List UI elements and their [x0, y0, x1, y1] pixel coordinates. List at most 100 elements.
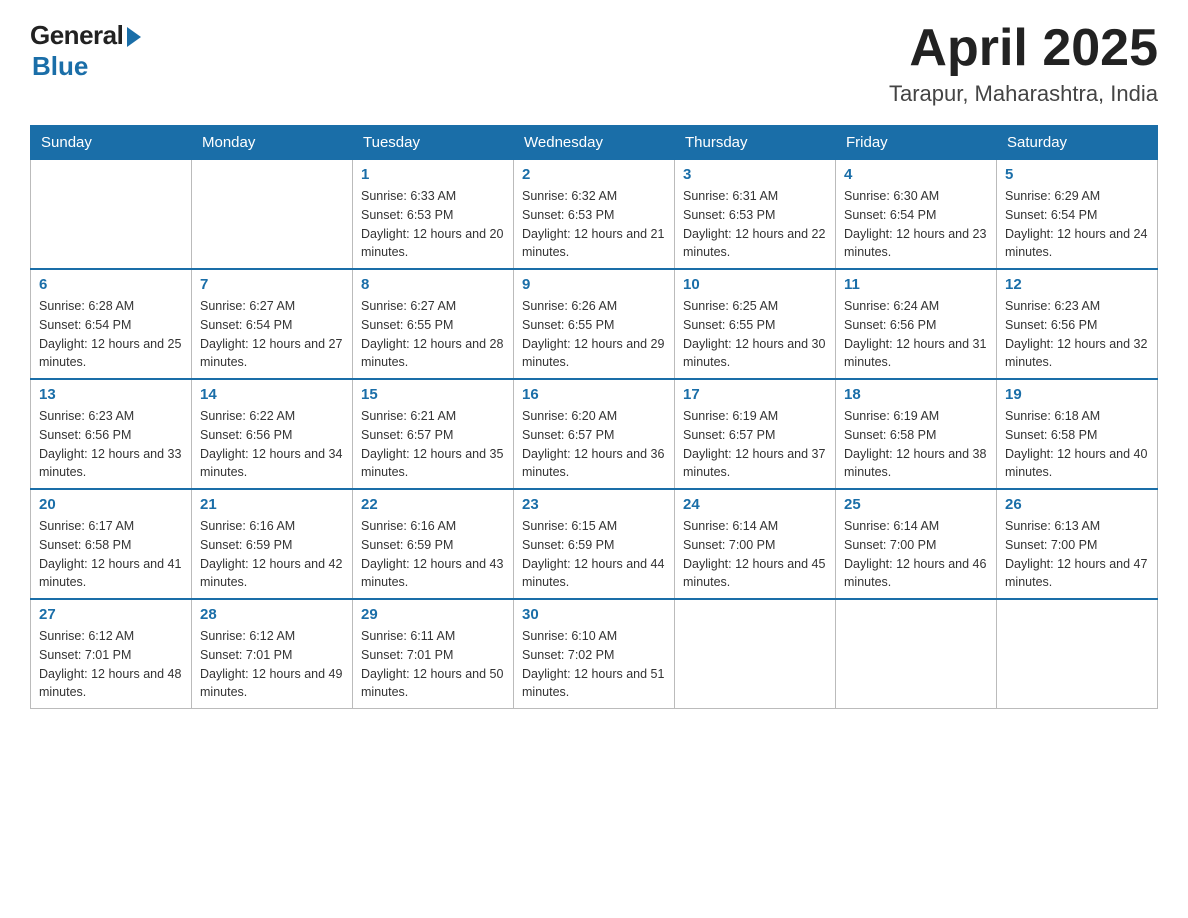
day-info: Sunrise: 6:25 AMSunset: 6:55 PMDaylight:…: [683, 297, 827, 372]
calendar-cell: 26 Sunrise: 6:13 AMSunset: 7:00 PMDayligh…: [997, 489, 1158, 599]
calendar-cell: 3 Sunrise: 6:31 AMSunset: 6:53 PMDaylight…: [675, 160, 836, 270]
day-number: 13: [39, 386, 183, 403]
day-info: Sunrise: 6:27 AMSunset: 6:55 PMDaylight:…: [361, 297, 505, 372]
calendar-week-row: 6 Sunrise: 6:28 AMSunset: 6:54 PMDaylight…: [31, 269, 1158, 379]
logo-general-text: General: [30, 20, 123, 51]
day-number: 10: [683, 276, 827, 293]
day-info: Sunrise: 6:14 AMSunset: 7:00 PMDaylight:…: [844, 517, 988, 592]
day-info: Sunrise: 6:23 AMSunset: 6:56 PMDaylight:…: [39, 407, 183, 482]
column-header-saturday: Saturday: [997, 126, 1158, 160]
day-info: Sunrise: 6:32 AMSunset: 6:53 PMDaylight:…: [522, 187, 666, 262]
logo-arrow-icon: [127, 27, 141, 47]
day-number: 11: [844, 276, 988, 293]
calendar-cell: [675, 599, 836, 709]
calendar-week-row: 1 Sunrise: 6:33 AMSunset: 6:53 PMDaylight…: [31, 160, 1158, 270]
column-header-sunday: Sunday: [31, 126, 192, 160]
calendar-week-row: 13 Sunrise: 6:23 AMSunset: 6:56 PMDayligh…: [31, 379, 1158, 489]
day-number: 28: [200, 606, 344, 623]
column-header-thursday: Thursday: [675, 126, 836, 160]
day-number: 6: [39, 276, 183, 293]
day-number: 23: [522, 496, 666, 513]
calendar-cell: 2 Sunrise: 6:32 AMSunset: 6:53 PMDaylight…: [514, 160, 675, 270]
calendar-cell: 24Sunrise: 6:14 AMSunset: 7:00 PMDayligh…: [675, 489, 836, 599]
day-number: 15: [361, 386, 505, 403]
column-header-wednesday: Wednesday: [514, 126, 675, 160]
calendar-cell: 1 Sunrise: 6:33 AMSunset: 6:53 PMDaylight…: [353, 160, 514, 270]
day-info: Sunrise: 6:19 AMSunset: 6:58 PMDaylight:…: [844, 407, 988, 482]
day-number: 18: [844, 386, 988, 403]
calendar-cell: 15 Sunrise: 6:21 AMSunset: 6:57 PMDayligh…: [353, 379, 514, 489]
calendar-cell: 18 Sunrise: 6:19 AMSunset: 6:58 PMDayligh…: [836, 379, 997, 489]
day-info: Sunrise: 6:21 AMSunset: 6:57 PMDaylight:…: [361, 407, 505, 482]
day-info: Sunrise: 6:10 AMSunset: 7:02 PMDaylight:…: [522, 627, 666, 702]
day-info: Sunrise: 6:28 AMSunset: 6:54 PMDaylight:…: [39, 297, 183, 372]
day-info: Sunrise: 6:13 AMSunset: 7:00 PMDaylight:…: [1005, 517, 1149, 592]
day-info: Sunrise: 6:33 AMSunset: 6:53 PMDaylight:…: [361, 187, 505, 262]
calendar-cell: 30 Sunrise: 6:10 AMSunset: 7:02 PMDayligh…: [514, 599, 675, 709]
logo-blue-text: Blue: [32, 51, 88, 82]
day-info: Sunrise: 6:20 AMSunset: 6:57 PMDaylight:…: [522, 407, 666, 482]
calendar-table: SundayMondayTuesdayWednesdayThursdayFrid…: [30, 125, 1158, 709]
calendar-cell: 5Sunrise: 6:29 AMSunset: 6:54 PMDaylight…: [997, 160, 1158, 270]
day-info: Sunrise: 6:16 AMSunset: 6:59 PMDaylight:…: [200, 517, 344, 592]
day-number: 4: [844, 166, 988, 183]
day-info: Sunrise: 6:27 AMSunset: 6:54 PMDaylight:…: [200, 297, 344, 372]
day-info: Sunrise: 6:14 AMSunset: 7:00 PMDaylight:…: [683, 517, 827, 592]
day-number: 30: [522, 606, 666, 623]
day-number: 9: [522, 276, 666, 293]
day-number: 14: [200, 386, 344, 403]
calendar-cell: 16 Sunrise: 6:20 AMSunset: 6:57 PMDayligh…: [514, 379, 675, 489]
day-number: 25: [844, 496, 988, 513]
calendar-cell: 17 Sunrise: 6:19 AMSunset: 6:57 PMDayligh…: [675, 379, 836, 489]
day-number: 17: [683, 386, 827, 403]
logo: General Blue: [30, 20, 141, 82]
calendar-cell: 20 Sunrise: 6:17 AMSunset: 6:58 PMDayligh…: [31, 489, 192, 599]
day-number: 2: [522, 166, 666, 183]
calendar-cell: 13 Sunrise: 6:23 AMSunset: 6:56 PMDayligh…: [31, 379, 192, 489]
day-info: Sunrise: 6:26 AMSunset: 6:55 PMDaylight:…: [522, 297, 666, 372]
calendar-cell: 6 Sunrise: 6:28 AMSunset: 6:54 PMDaylight…: [31, 269, 192, 379]
day-number: 12: [1005, 276, 1149, 293]
day-number: 3: [683, 166, 827, 183]
day-info: Sunrise: 6:23 AMSunset: 6:56 PMDaylight:…: [1005, 297, 1149, 372]
day-number: 19: [1005, 386, 1149, 403]
day-number: 20: [39, 496, 183, 513]
day-number: 29: [361, 606, 505, 623]
calendar-cell: 14 Sunrise: 6:22 AMSunset: 6:56 PMDayligh…: [192, 379, 353, 489]
calendar-cell: 10 Sunrise: 6:25 AMSunset: 6:55 PMDayligh…: [675, 269, 836, 379]
calendar-title: April 2025: [889, 20, 1158, 77]
day-number: 1: [361, 166, 505, 183]
day-info: Sunrise: 6:18 AMSunset: 6:58 PMDaylight:…: [1005, 407, 1149, 482]
title-block: April 2025 Tarapur, Maharashtra, India: [889, 20, 1158, 107]
page-header: General Blue April 2025 Tarapur, Maharas…: [30, 20, 1158, 107]
calendar-location: Tarapur, Maharashtra, India: [889, 81, 1158, 107]
column-header-friday: Friday: [836, 126, 997, 160]
calendar-cell: 11 Sunrise: 6:24 AMSunset: 6:56 PMDayligh…: [836, 269, 997, 379]
calendar-cell: [31, 160, 192, 270]
day-info: Sunrise: 6:16 AMSunset: 6:59 PMDaylight:…: [361, 517, 505, 592]
day-number: 21: [200, 496, 344, 513]
day-info: Sunrise: 6:12 AMSunset: 7:01 PMDaylight:…: [200, 627, 344, 702]
column-header-monday: Monday: [192, 126, 353, 160]
calendar-header-row: SundayMondayTuesdayWednesdayThursdayFrid…: [31, 126, 1158, 160]
day-info: Sunrise: 6:11 AMSunset: 7:01 PMDaylight:…: [361, 627, 505, 702]
day-info: Sunrise: 6:22 AMSunset: 6:56 PMDaylight:…: [200, 407, 344, 482]
calendar-cell: [836, 599, 997, 709]
column-header-tuesday: Tuesday: [353, 126, 514, 160]
day-number: 5: [1005, 166, 1149, 183]
calendar-cell: 29 Sunrise: 6:11 AMSunset: 7:01 PMDayligh…: [353, 599, 514, 709]
day-info: Sunrise: 6:31 AMSunset: 6:53 PMDaylight:…: [683, 187, 827, 262]
day-info: Sunrise: 6:17 AMSunset: 6:58 PMDaylight:…: [39, 517, 183, 592]
day-number: 26: [1005, 496, 1149, 513]
calendar-cell: [192, 160, 353, 270]
calendar-week-row: 27Sunrise: 6:12 AMSunset: 7:01 PMDayligh…: [31, 599, 1158, 709]
day-info: Sunrise: 6:19 AMSunset: 6:57 PMDaylight:…: [683, 407, 827, 482]
calendar-cell: 21 Sunrise: 6:16 AMSunset: 6:59 PMDayligh…: [192, 489, 353, 599]
calendar-cell: 4Sunrise: 6:30 AMSunset: 6:54 PMDaylight…: [836, 160, 997, 270]
day-number: 22: [361, 496, 505, 513]
calendar-cell: 7Sunrise: 6:27 AMSunset: 6:54 PMDaylight…: [192, 269, 353, 379]
day-number: 16: [522, 386, 666, 403]
day-number: 8: [361, 276, 505, 293]
calendar-cell: 19 Sunrise: 6:18 AMSunset: 6:58 PMDayligh…: [997, 379, 1158, 489]
day-info: Sunrise: 6:24 AMSunset: 6:56 PMDaylight:…: [844, 297, 988, 372]
